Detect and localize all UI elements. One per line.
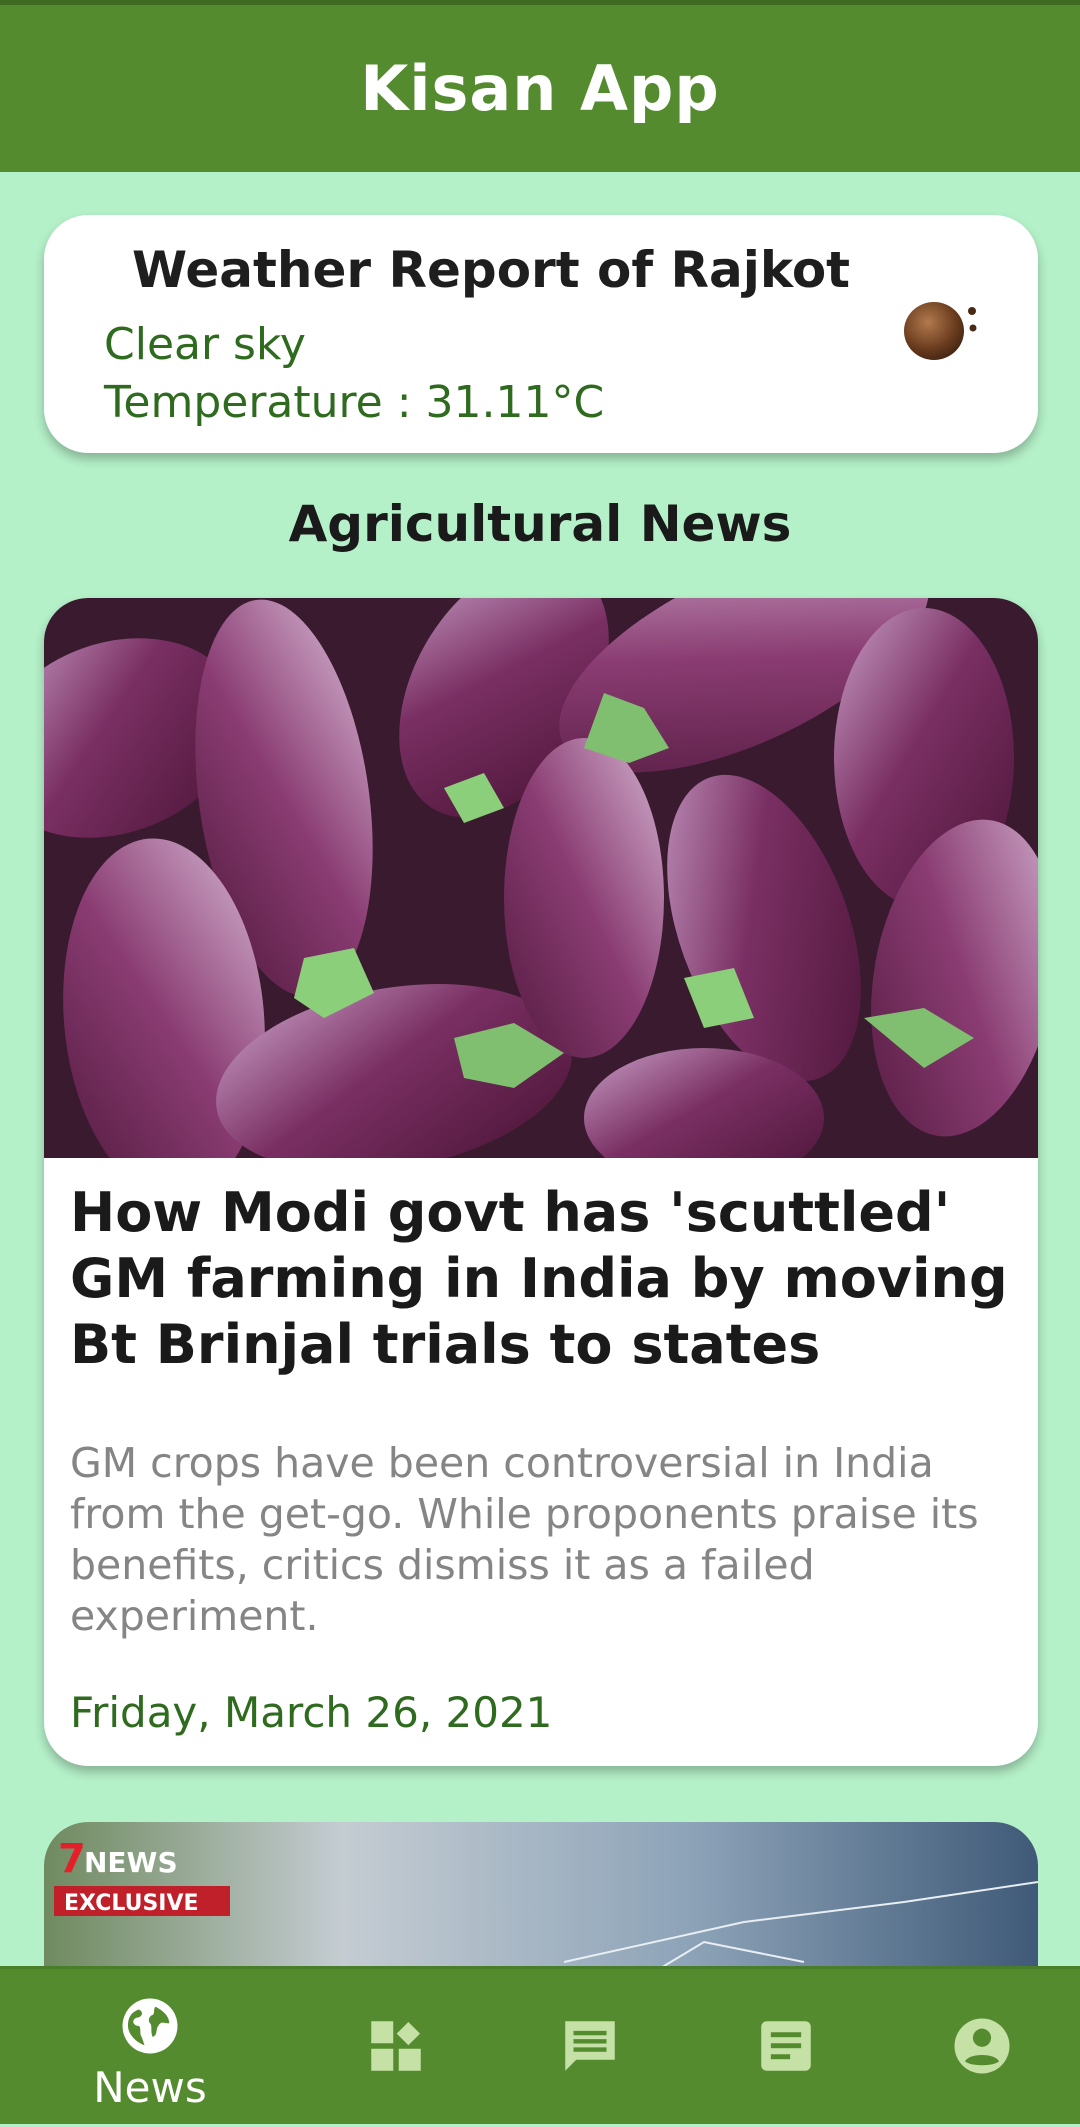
nav-item-account[interactable] xyxy=(892,1969,1072,2127)
nav-item-dashboard[interactable] xyxy=(306,1969,486,2127)
weather-temperature: Temperature : 31.11°C xyxy=(104,377,605,428)
globe-icon xyxy=(122,1998,178,2054)
section-title: Agricultural News xyxy=(288,495,792,553)
chat-icon xyxy=(565,2021,615,2071)
app-title: Kisan App xyxy=(360,52,720,125)
news-card[interactable]: How Modi govt has 'scuttled' GM farming … xyxy=(44,598,1038,1766)
article-icon xyxy=(761,2021,811,2071)
weather-condition: Clear sky xyxy=(104,319,306,370)
clear-sky-weather-icon xyxy=(904,302,977,360)
news-badge-brand: NEWS xyxy=(84,1846,178,1879)
nav-item-articles[interactable] xyxy=(696,1969,876,2127)
news-date: Friday, March 26, 2021 xyxy=(70,1688,553,1737)
svg-text:7: 7 xyxy=(58,1836,86,1882)
nav-item-news[interactable]: News xyxy=(60,1969,240,2127)
weather-title: Weather Report of Rajkot xyxy=(132,241,851,299)
news-summary: GM crops have been controversial in Indi… xyxy=(70,1439,979,1640)
weather-card[interactable]: Weather Report of Rajkot Clear sky Tempe… xyxy=(44,215,1038,453)
news-badge-label: EXCLUSIVE xyxy=(64,1891,199,1916)
account-icon xyxy=(954,2018,1010,2074)
app-bar: Kisan App xyxy=(0,0,1080,172)
news-image xyxy=(44,598,1038,1158)
dashboard-icon xyxy=(371,2021,421,2071)
bottom-navigation: News xyxy=(0,1966,1080,2124)
nav-item-chat[interactable] xyxy=(500,1969,680,2127)
nav-label-news: News xyxy=(93,2063,207,2112)
news-headline: How Modi govt has 'scuttled' GM farming … xyxy=(70,1181,1008,1376)
